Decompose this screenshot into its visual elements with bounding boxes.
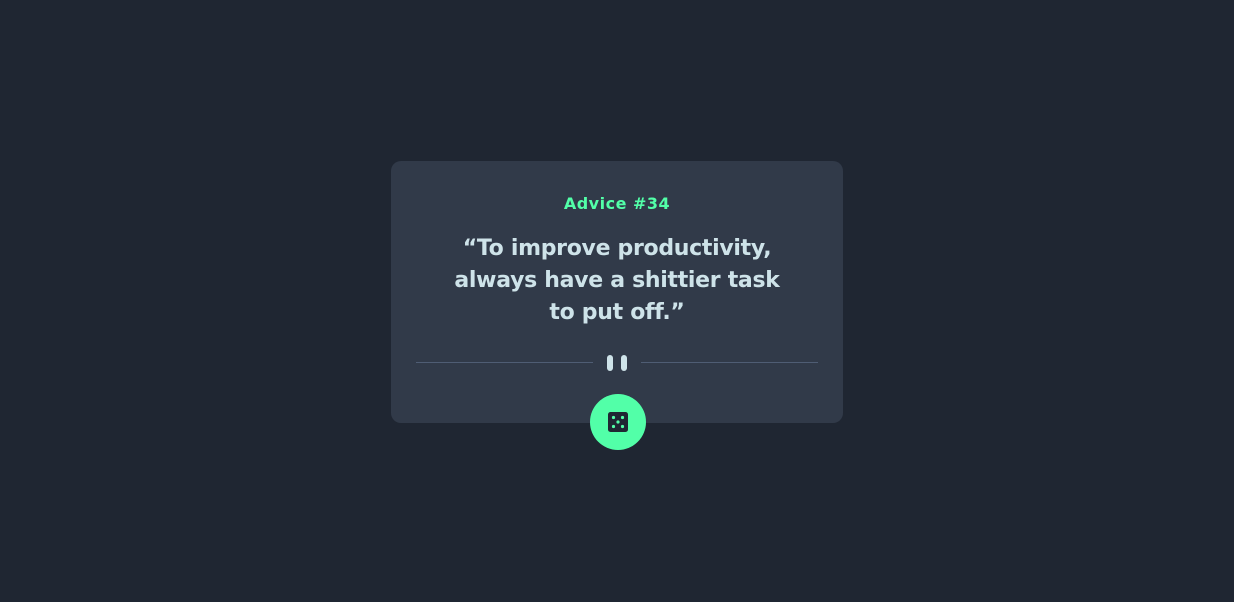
divider-line-left — [416, 362, 593, 363]
dice-icon — [608, 412, 628, 432]
advice-id-label: Advice #34 — [563, 194, 671, 213]
advice-page: Advice #34 “To improve productivity, alw… — [0, 0, 1234, 602]
pause-icon — [607, 355, 627, 371]
generate-advice-button[interactable] — [590, 394, 646, 450]
pattern-divider — [416, 353, 818, 373]
advice-card: Advice #34 “To improve productivity, alw… — [391, 161, 843, 423]
advice-quote: “To improve productivity, always have a … — [454, 236, 780, 325]
divider-line-right — [641, 362, 818, 363]
